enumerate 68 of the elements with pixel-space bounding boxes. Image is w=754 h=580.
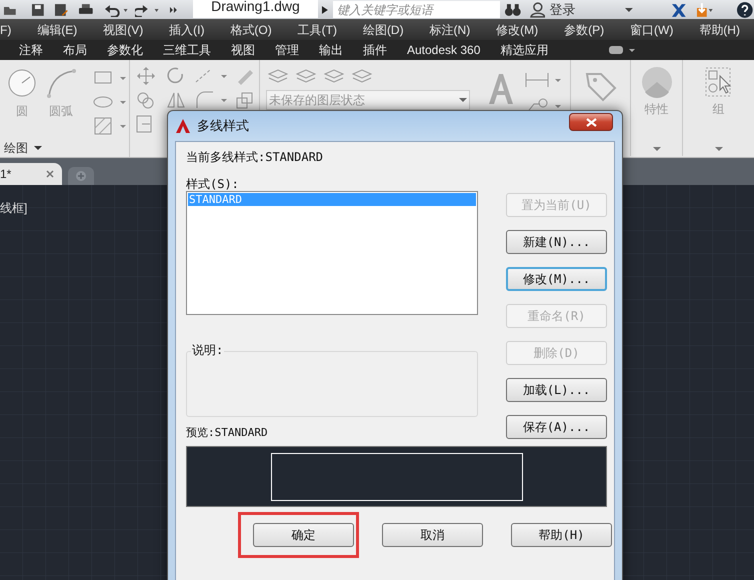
close-button[interactable] (569, 113, 613, 131)
file-tab[interactable]: Drawing1.dwg (192, 0, 318, 18)
ribbon-tab[interactable]: 布局 (63, 41, 87, 59)
x-logo-icon[interactable] (671, 2, 687, 18)
play-icon[interactable] (321, 4, 330, 14)
menu-item[interactable]: 绘图(D) (362, 20, 404, 38)
ribbon-tab[interactable]: 输出 (319, 41, 343, 59)
dialog-button[interactable]: 新建(N)... (506, 230, 607, 254)
binoculars-icon[interactable] (504, 2, 522, 16)
print-icon[interactable] (78, 2, 94, 16)
dialog-button[interactable]: 确定 (253, 523, 354, 547)
ribbon-tab[interactable]: 插件 (363, 41, 387, 59)
dialog-button[interactable]: 修改(M)... (506, 267, 607, 291)
dimension-tool-icon[interactable] (523, 70, 563, 90)
save-as-icon[interactable] (54, 2, 68, 16)
dropdown-icon[interactable] (34, 145, 42, 151)
ribbon-tab[interactable]: 视图 (231, 41, 255, 59)
menu-item[interactable]: 窗口(W) (630, 20, 674, 38)
search-field[interactable]: 键入关键字或短语 (333, 1, 500, 18)
close-icon (586, 118, 596, 126)
document-tab[interactable]: 1* (0, 163, 62, 185)
new-tab-button[interactable] (68, 167, 94, 185)
dialog-button[interactable]: 保存(A)... (506, 415, 607, 439)
dropdown-icon[interactable] (625, 6, 634, 12)
user-icon[interactable] (530, 2, 546, 18)
caret-icon[interactable] (459, 97, 467, 103)
login-link[interactable]: 登录 (549, 2, 576, 18)
circle-tool-icon[interactable] (7, 68, 37, 98)
arc-tool-icon[interactable] (46, 68, 76, 98)
dialog-button[interactable]: 取消 (382, 523, 483, 547)
menu-item[interactable]: 插入(I) (169, 20, 204, 38)
menu-item[interactable]: 视图(V) (103, 20, 144, 38)
save-icon[interactable] (30, 2, 44, 16)
ribbon-tab[interactable]: 注释 (19, 41, 43, 59)
menu-item[interactable]: 格式(O) (230, 20, 272, 38)
ribbon-tab[interactable]: Autodesk 360 (407, 41, 480, 59)
redo-icon[interactable] (135, 2, 161, 16)
fillet-tool-icon[interactable] (194, 90, 228, 110)
panel-title[interactable]: 绘图 (4, 139, 28, 157)
group-icon[interactable] (704, 66, 734, 98)
close-icon[interactable] (46, 170, 54, 178)
download-icon[interactable] (694, 2, 714, 18)
ribbon-tab[interactable]: 精选应用 (500, 41, 548, 59)
dialog-button[interactable]: 帮助(H) (511, 523, 612, 547)
hatch-tool-icon[interactable] (92, 116, 128, 136)
current-style-label: 当前多线样式:STANDARD (186, 150, 324, 164)
menu-item[interactable]: 工具(T) (298, 20, 337, 38)
viewport-label[interactable]: 线框] (0, 199, 28, 217)
menu-item[interactable]: 参数(P) (564, 20, 604, 38)
ribbon-tab[interactable]: 三维工具 (163, 41, 211, 59)
menu-item[interactable]: 标注(N) (430, 20, 470, 38)
ribbon-tab[interactable]: 管理 (275, 41, 299, 59)
styles-label: 样式(S): (186, 177, 240, 191)
plus-icon (75, 170, 87, 182)
help-icon[interactable] (736, 0, 754, 18)
menu-item[interactable]: 编辑(E) (37, 20, 78, 38)
description-label: 说明: (191, 342, 224, 358)
ribbon-tab[interactable]: 参数化 (107, 41, 143, 59)
dialog-title: 多线样式 (197, 117, 249, 136)
app-logo-icon (176, 119, 190, 133)
more-icon[interactable] (168, 4, 179, 14)
preview-label: 预览:STANDARD (186, 426, 269, 440)
undo-icon[interactable] (104, 2, 130, 16)
menu-item[interactable]: 帮助(H) (699, 20, 740, 38)
menu-item[interactable]: F) (0, 20, 12, 38)
dialog-button[interactable]: 加载(L)... (506, 378, 607, 402)
menu-item[interactable]: 修改(M) (496, 20, 538, 38)
panel-toggle-icon[interactable] (608, 45, 636, 55)
